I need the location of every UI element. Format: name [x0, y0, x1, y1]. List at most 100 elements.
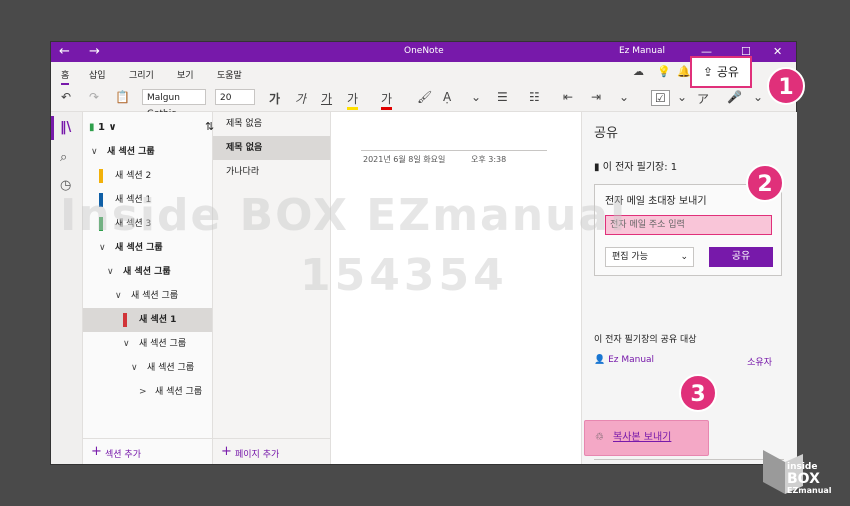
- send-copy-button[interactable]: ♲ 복사본 보내기: [584, 420, 709, 456]
- shared-user-role: 소유자: [747, 358, 772, 368]
- shared-with-heading: 이 전자 필기장의 공유 대상: [594, 335, 697, 345]
- redo-icon[interactable]: ↷: [89, 90, 99, 104]
- section-group-label: 새 섹션 그룹: [139, 339, 187, 349]
- step-badge-3: 3: [679, 374, 717, 412]
- indent-icon[interactable]: ⇥: [591, 90, 601, 104]
- section-group-item[interactable]: ∨ 새 섹션 그룹: [83, 284, 212, 308]
- notebook-name: 1: [98, 122, 105, 133]
- notebook-info: ▮ 이 전자 필기장: 1: [594, 158, 677, 173]
- chevron-down-icon[interactable]: ⌄: [753, 90, 763, 104]
- page-item[interactable]: 제목 없음: [213, 136, 330, 160]
- styles-icon[interactable]: Ạ: [443, 90, 451, 104]
- chevron-down-icon[interactable]: ∨: [131, 356, 138, 380]
- chevron-down-icon[interactable]: ⌄: [619, 90, 629, 104]
- section-item[interactable]: 새 섹션 2: [83, 164, 212, 188]
- section-label: 새 섹션 1: [139, 315, 177, 325]
- section-group-label: 새 섹션 그룹: [123, 267, 171, 277]
- format-painter-icon[interactable]: 🖌: [417, 90, 432, 104]
- notebooks-icon[interactable]: ‖\: [60, 120, 71, 135]
- title-bar: ← → OneNote Ez Manual — ☐ ✕: [51, 42, 796, 62]
- section-group-item[interactable]: ∨ 새 섹션 그룹: [83, 260, 212, 284]
- notebook-info-label: 이 전자 필기장: 1: [602, 162, 678, 173]
- watermark-line1: Inside BOX EZmanual: [60, 190, 628, 241]
- page-time: 오후 3:38: [471, 155, 507, 164]
- close-icon[interactable]: ✕: [773, 45, 782, 58]
- share-submit-button[interactable]: 공유: [709, 247, 773, 267]
- navigation-rail: ‖\ ⌕ ◷: [51, 112, 83, 464]
- outdent-icon[interactable]: ⇤: [563, 90, 573, 104]
- lightbulb-icon[interactable]: 💡: [657, 65, 671, 78]
- clipboard-icon[interactable]: 📋: [115, 90, 130, 104]
- highlight-button[interactable]: 가: [347, 90, 359, 110]
- chevron-down-icon: ⌄: [680, 252, 688, 262]
- shared-user-name[interactable]: Ez Manual: [608, 355, 654, 365]
- tab-insert[interactable]: 삽입: [89, 68, 106, 81]
- share-icon: ⇪: [703, 65, 717, 79]
- email-input[interactable]: 전자 메일 주소 입력: [605, 215, 772, 235]
- chevron-down-icon[interactable]: ⌄: [471, 90, 481, 104]
- send-copy-icon: ♲: [595, 432, 604, 443]
- bullets-icon[interactable]: ☰: [497, 90, 508, 104]
- page-title: 가나다라: [226, 167, 260, 177]
- font-color-button[interactable]: 가: [381, 90, 393, 110]
- page-item[interactable]: 가나다라: [213, 160, 330, 184]
- bell-icon[interactable]: 🔔: [677, 65, 691, 78]
- plus-icon: +: [221, 444, 232, 459]
- chevron-down-icon[interactable]: ∨: [123, 332, 130, 356]
- section-group-label: 새 섹션 그룹: [107, 147, 155, 157]
- tab-view[interactable]: 보기: [177, 68, 194, 81]
- section-group-item[interactable]: ∨ 새 섹션 그룹: [83, 356, 212, 380]
- chevron-down-icon[interactable]: ⌄: [677, 90, 687, 104]
- permission-dropdown[interactable]: 편집 가능 ⌄: [605, 247, 694, 267]
- ribbon-tabs: 홈 삽입 그리기 보기 도움말 ☁ 💡 🔔: [51, 62, 796, 85]
- app-title: OneNote: [404, 46, 444, 56]
- search-icon[interactable]: ⌕: [60, 150, 67, 165]
- chevron-down-icon[interactable]: ∨: [115, 284, 122, 308]
- add-page-label: 페이지 추가: [235, 450, 280, 460]
- page-item[interactable]: 제목 없음: [213, 112, 330, 136]
- section-group-item[interactable]: ∨ 새 섹션 그룹: [83, 140, 212, 164]
- back-arrow-icon[interactable]: ←: [59, 44, 70, 59]
- todo-tag-icon[interactable]: ☑: [651, 90, 670, 106]
- section-group-item[interactable]: ∨ 새 섹션 그룹: [83, 332, 212, 356]
- logo-text-2: BOX: [787, 471, 820, 487]
- share-top-label: 공유: [716, 65, 739, 79]
- undo-icon[interactable]: ↶: [61, 90, 71, 104]
- chevron-down-icon[interactable]: ∨: [91, 140, 98, 164]
- section-label: 새 섹션 2: [115, 171, 152, 181]
- add-page-button[interactable]: + 페이지 추가: [213, 438, 330, 465]
- underline-button[interactable]: 가: [321, 90, 332, 107]
- page-title: 제목 없음: [226, 119, 262, 129]
- spelling-icon[interactable]: ア: [697, 90, 709, 107]
- notebook-icon: ▮: [594, 162, 603, 173]
- tab-home[interactable]: 홈: [61, 68, 70, 85]
- dictate-icon[interactable]: 🎤: [727, 90, 742, 104]
- notebook-selector[interactable]: ▮ 1 ∨: [89, 122, 117, 133]
- section-group-label: 새 섹션 그룹: [147, 363, 195, 373]
- chevron-right-icon[interactable]: >: [139, 380, 147, 404]
- account-name[interactable]: Ez Manual: [619, 46, 665, 56]
- person-icon: 👤: [594, 355, 609, 365]
- section-item[interactable]: 새 섹션 1: [83, 308, 212, 332]
- forward-arrow-icon[interactable]: →: [89, 44, 100, 59]
- sticky-icon[interactable]: ☁: [633, 65, 644, 78]
- tab-draw[interactable]: 그리기: [129, 68, 154, 81]
- shared-user-row: 👤 Ez Manual 소유자: [594, 355, 784, 368]
- tab-help[interactable]: 도움말: [217, 68, 242, 81]
- share-top-button[interactable]: ⇪ 공유: [690, 56, 752, 88]
- add-section-button[interactable]: + 섹션 추가: [83, 438, 212, 465]
- section-group-label: 새 섹션 그룹: [131, 291, 179, 301]
- chevron-down-icon: ∨: [108, 122, 117, 133]
- title-underline: [361, 150, 547, 151]
- italic-button[interactable]: 가: [295, 90, 306, 107]
- section-group-item[interactable]: > 새 섹션 그룹: [83, 380, 212, 404]
- step-badge-2: 2: [746, 164, 784, 202]
- section-color-tab: [99, 169, 103, 183]
- font-size-input[interactable]: 20: [215, 89, 255, 105]
- bold-button[interactable]: 가: [269, 90, 280, 107]
- font-name-input[interactable]: Malgun Gothic: [142, 89, 206, 119]
- chevron-down-icon[interactable]: ∨: [107, 260, 114, 284]
- numbering-icon[interactable]: ☷: [529, 90, 540, 104]
- step-badge-1: 1: [767, 67, 805, 105]
- section-group-label: 새 섹션 그룹: [155, 387, 203, 397]
